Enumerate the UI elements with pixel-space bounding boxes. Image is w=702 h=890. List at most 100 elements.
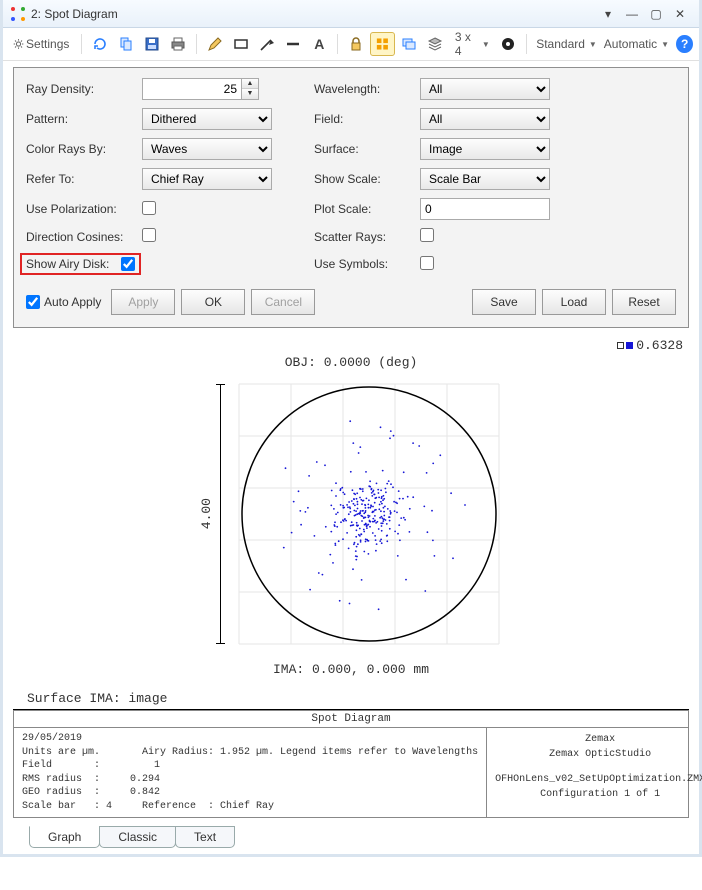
refresh-icon <box>92 36 108 52</box>
legend-value: 0.6328 <box>636 338 683 353</box>
copy-icon <box>118 36 134 52</box>
surface-select[interactable]: Image <box>420 138 550 160</box>
show-scale-select[interactable]: Scale Bar <box>420 168 550 190</box>
direction-cosines-checkbox[interactable] <box>142 228 156 242</box>
lock-button[interactable] <box>344 32 368 56</box>
print-icon <box>170 36 186 52</box>
windows-icon <box>401 36 417 52</box>
ok-button[interactable]: OK <box>181 289 245 315</box>
show-airy-checkbox[interactable] <box>121 257 135 271</box>
info-vendor: Zemax <box>495 732 702 747</box>
close-button[interactable]: ✕ <box>669 5 691 23</box>
lock-icon <box>348 36 364 52</box>
pattern-label: Pattern: <box>26 112 136 126</box>
info-panel: Spot Diagram 29/05/2019 Units are µm. Ai… <box>13 710 689 818</box>
color-rays-select[interactable]: Waves <box>142 138 272 160</box>
legend-dot-icon <box>626 342 633 349</box>
field-label: Field: <box>314 112 414 126</box>
airy-disk-circle <box>242 387 496 641</box>
surface-line: Surface IMA: image <box>13 685 689 710</box>
layers-button[interactable] <box>423 32 447 56</box>
floppy-icon <box>144 36 160 52</box>
settings-label: Settings <box>24 37 71 51</box>
line-tool-button[interactable] <box>281 32 305 56</box>
window-title: 2: Spot Diagram <box>31 7 595 21</box>
text-a-icon: A <box>314 36 324 52</box>
titlebar: 2: Spot Diagram ▾ ― ▢ ✕ <box>3 0 699 28</box>
ray-density-field[interactable] <box>142 78 242 100</box>
use-symbols-label: Use Symbols: <box>314 257 414 271</box>
spot-points <box>283 420 466 610</box>
tab-graph[interactable]: Graph <box>29 826 100 848</box>
plot-scale-label: Plot Scale: <box>314 202 414 216</box>
legend: 0.6328 <box>3 334 699 353</box>
surface-label: Surface: <box>314 142 414 156</box>
tab-classic[interactable]: Classic <box>99 826 176 848</box>
help-button[interactable]: ? <box>676 35 693 53</box>
window-layout-button[interactable] <box>397 32 421 56</box>
pattern-select[interactable]: Dithered <box>142 108 272 130</box>
arrow-tool-button[interactable] <box>255 32 279 56</box>
color-rays-label: Color Rays By: <box>26 142 136 156</box>
settings-button[interactable]: Settings <box>9 32 75 56</box>
tab-text[interactable]: Text <box>175 826 235 848</box>
info-title: Spot Diagram <box>14 711 688 728</box>
gear-icon <box>13 36 24 52</box>
use-symbols-checkbox[interactable] <box>420 256 434 270</box>
plot-ima-label: IMA: 0.000, 0.000 mm <box>273 662 429 677</box>
cancel-button: Cancel <box>251 289 315 315</box>
use-polarization-checkbox[interactable] <box>142 201 156 215</box>
direction-cosines-label: Direction Cosines: <box>26 230 136 244</box>
info-right: Zemax Zemax OpticStudio OFHOnLens_v02_Se… <box>487 728 702 817</box>
save-image-button[interactable] <box>140 32 164 56</box>
save-button[interactable]: Save <box>472 289 536 315</box>
spot-diagram-window: 2: Spot Diagram ▾ ― ▢ ✕ Settings A 3 x 4… <box>0 0 702 857</box>
refer-to-label: Refer To: <box>26 172 136 186</box>
refresh-button[interactable] <box>88 32 112 56</box>
show-airy-label: Show Airy Disk: <box>26 257 109 271</box>
scatter-rays-checkbox[interactable] <box>420 228 434 242</box>
plot-scale-input[interactable] <box>420 198 550 220</box>
print-button[interactable] <box>166 32 190 56</box>
target-button[interactable] <box>496 32 520 56</box>
rect-tool-button[interactable] <box>229 32 253 56</box>
info-config: Configuration 1 of 1 <box>495 787 702 802</box>
draw-tool-button[interactable] <box>203 32 227 56</box>
ray-density-input[interactable]: ▲▼ <box>142 78 272 100</box>
load-button[interactable]: Load <box>542 289 606 315</box>
text-tool-button[interactable]: A <box>307 32 331 56</box>
legend-marker-icon <box>617 342 624 349</box>
plot-y-scale: 4.00 <box>199 498 214 529</box>
info-file: OFHOnLens_v02_SetUpOptimization.ZMX <box>495 772 702 787</box>
auto-apply-checkbox[interactable] <box>26 295 40 309</box>
maximize-button[interactable]: ▢ <box>645 5 667 23</box>
button-row: Auto Apply Apply OK Cancel Save Load Res… <box>26 289 676 315</box>
spin-up-icon[interactable]: ▲ <box>242 79 258 89</box>
wavelength-label: Wavelength: <box>314 82 414 96</box>
plot-area: OBJ: 0.0000 (deg) 4.00 IMA: 0.000, 0.000… <box>3 353 699 685</box>
mode-standard-button[interactable]: Standard▼ <box>533 32 599 56</box>
layers-icon <box>427 36 443 52</box>
grid-view-button[interactable] <box>370 32 395 56</box>
rect-icon <box>233 36 249 52</box>
reset-button[interactable]: Reset <box>612 289 676 315</box>
dropdown-button[interactable]: ▾ <box>597 5 619 23</box>
mode-automatic-button[interactable]: Automatic▼ <box>600 32 670 56</box>
wavelength-select[interactable]: All <box>420 78 550 100</box>
field-select[interactable]: All <box>420 108 550 130</box>
app-icon <box>11 7 25 21</box>
refer-to-select[interactable]: Chief Ray <box>142 168 272 190</box>
grid4-icon <box>375 36 390 52</box>
auto-apply-toggle[interactable]: Auto Apply <box>26 295 101 309</box>
spin-down-icon[interactable]: ▼ <box>242 89 258 99</box>
line-icon <box>285 36 301 52</box>
minimize-button[interactable]: ― <box>621 5 643 23</box>
ray-density-label: Ray Density: <box>26 82 136 96</box>
size-button[interactable]: 3 x 4▼ <box>449 32 494 56</box>
plot-obj-label: OBJ: 0.0000 (deg) <box>285 355 418 370</box>
info-product: Zemax OpticStudio <box>495 747 702 762</box>
copy-button[interactable] <box>114 32 138 56</box>
auto-apply-label: Auto Apply <box>44 295 101 309</box>
use-polarization-label: Use Polarization: <box>26 202 136 216</box>
toolbar: Settings A 3 x 4▼ Standard▼ Automatic▼ ? <box>3 28 699 61</box>
